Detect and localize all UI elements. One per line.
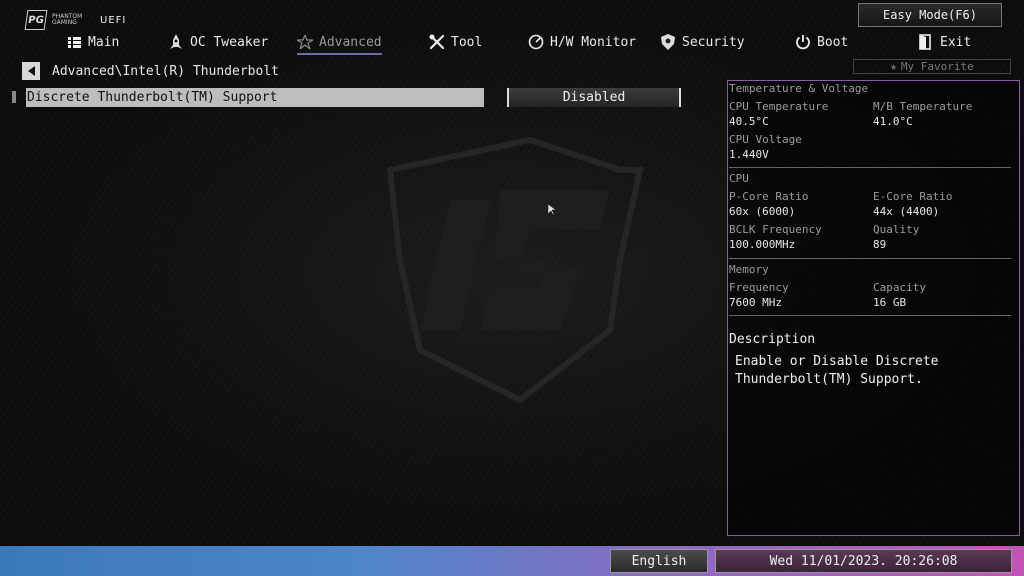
memory-frequency-label: Frequency bbox=[729, 281, 789, 294]
temp-voltage-title: Temperature & Voltage bbox=[729, 82, 869, 95]
description-text: Enable or Disable Discrete Thunderbolt(T… bbox=[735, 354, 939, 387]
divider bbox=[729, 315, 1011, 316]
uefi-label: UEFI bbox=[100, 14, 127, 26]
breadcrumb-path: Advanced\Intel(R) Thunderbolt bbox=[52, 63, 279, 79]
memory-frequency-value: 7600 MHz bbox=[729, 296, 782, 309]
bclk-frequency-value: 100.000MHz bbox=[729, 238, 796, 251]
setting-discrete-thunderbolt-value[interactable]: Disabled bbox=[507, 88, 681, 107]
datetime-display[interactable]: Wed 11/01/2023. 20:26:08 bbox=[715, 549, 1012, 573]
list-icon bbox=[66, 34, 82, 50]
row-indicator bbox=[12, 91, 16, 103]
easy-mode-button[interactable]: Easy Mode(F6) bbox=[858, 3, 1002, 27]
quality-value: 89 bbox=[873, 238, 887, 251]
mouse-cursor-icon bbox=[548, 204, 556, 216]
tab-tool[interactable]: Tool bbox=[429, 30, 482, 54]
breadcrumb: Advanced\Intel(R) Thunderbolt bbox=[22, 62, 279, 80]
cpu-voltage-value: 1.440V bbox=[729, 148, 769, 161]
divider bbox=[729, 258, 1011, 259]
star-icon: ★ bbox=[890, 60, 897, 73]
info-panel: Temperature & Voltage CPU Temperature 40… bbox=[727, 80, 1020, 536]
my-favorite-label: My Favorite bbox=[900, 60, 974, 73]
tab-exit[interactable]: Exit bbox=[918, 30, 971, 54]
exit-icon bbox=[918, 34, 934, 50]
brand-watermark-icon bbox=[386, 136, 644, 404]
memory-title: Memory bbox=[729, 263, 769, 276]
memory-capacity-value: 16 GB bbox=[873, 296, 907, 309]
rocket-icon bbox=[168, 34, 184, 50]
tab-oc-tweaker-label: OC Tweaker bbox=[190, 34, 269, 50]
bclk-frequency-label: BCLK Frequency bbox=[729, 223, 822, 236]
mb-temp-value: 41.0°C bbox=[873, 115, 913, 128]
language-button[interactable]: English bbox=[610, 549, 708, 573]
cpu-title: CPU bbox=[729, 172, 749, 185]
divider bbox=[729, 167, 1011, 168]
tab-security[interactable]: Security bbox=[660, 30, 745, 54]
tab-exit-label: Exit bbox=[940, 34, 972, 50]
power-icon bbox=[795, 34, 811, 50]
setting-discrete-thunderbolt-label[interactable]: Discrete Thunderbolt(TM) Support bbox=[26, 88, 484, 107]
tab-oc-tweaker[interactable]: OC Tweaker bbox=[168, 30, 268, 54]
shield-icon bbox=[660, 34, 676, 50]
monitor-icon bbox=[528, 34, 544, 50]
top-navigation: Main OC Tweaker Advanced Tool H/W Monito… bbox=[0, 30, 1024, 55]
cpu-temp-label: CPU Temperature bbox=[729, 100, 829, 113]
tab-advanced-label: Advanced bbox=[319, 34, 382, 50]
tab-main[interactable]: Main bbox=[66, 30, 119, 54]
tab-main-label: Main bbox=[88, 34, 120, 50]
tab-advanced[interactable]: Advanced bbox=[297, 30, 382, 55]
logo-text: PHANTOM GAMING bbox=[52, 13, 83, 26]
my-favorite-button[interactable]: ★ My Favorite bbox=[853, 59, 1011, 74]
memory-capacity-label: Capacity bbox=[873, 281, 926, 294]
brand-logo: PG PHANTOM GAMING UEFI bbox=[24, 10, 127, 30]
tab-hw-monitor-label: H/W Monitor bbox=[550, 34, 637, 50]
phantom-gaming-logo-icon: PG bbox=[24, 10, 48, 30]
star-icon bbox=[297, 34, 313, 50]
pcore-ratio-label: P-Core Ratio bbox=[729, 190, 809, 203]
quality-label: Quality bbox=[873, 223, 920, 236]
description-title: Description bbox=[729, 332, 816, 347]
back-button[interactable] bbox=[22, 62, 40, 80]
tab-security-label: Security bbox=[682, 34, 745, 50]
mb-temp-label: M/B Temperature bbox=[873, 100, 973, 113]
cpu-voltage-label: CPU Voltage bbox=[729, 133, 802, 146]
tools-icon bbox=[429, 34, 445, 50]
cpu-temp-value: 40.5°C bbox=[729, 115, 769, 128]
pcore-ratio-value: 60x (6000) bbox=[729, 205, 796, 218]
tab-boot-label: Boot bbox=[817, 34, 849, 50]
tab-hw-monitor[interactable]: H/W Monitor bbox=[528, 30, 636, 54]
ecore-ratio-label: E-Core Ratio bbox=[873, 190, 953, 203]
tab-boot[interactable]: Boot bbox=[795, 30, 848, 54]
tab-tool-label: Tool bbox=[451, 34, 483, 50]
ecore-ratio-value: 44x (4400) bbox=[873, 205, 940, 218]
back-arrow-icon bbox=[27, 66, 35, 76]
